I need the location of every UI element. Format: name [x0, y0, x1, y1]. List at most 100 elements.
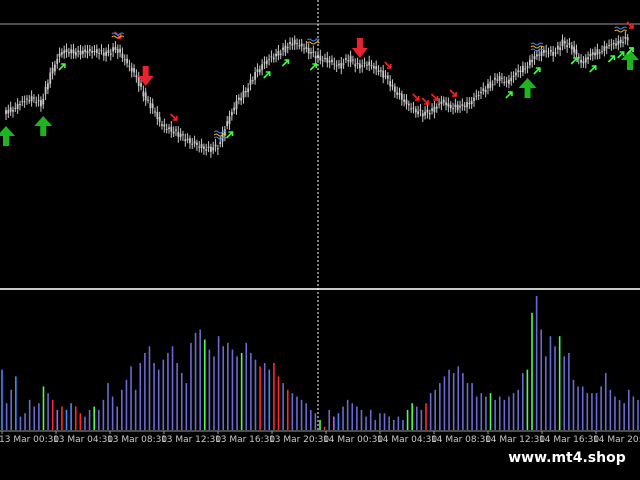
- candle-body: [545, 50, 548, 52]
- histogram-bar: [535, 296, 538, 430]
- candle-body: [554, 52, 557, 54]
- candle-body: [12, 109, 14, 112]
- histogram-bar: [240, 352, 243, 430]
- candle-body: [508, 79, 510, 84]
- candle-body: [277, 50, 280, 56]
- histogram-bar: [79, 413, 82, 430]
- candle-body: [382, 70, 385, 78]
- histogram-bar: [452, 373, 455, 430]
- candle-body: [454, 104, 457, 108]
- candle-body: [163, 124, 166, 127]
- candle-body: [365, 64, 368, 66]
- candle-body: [547, 52, 550, 54]
- histogram-bar: [296, 396, 298, 430]
- candle-body: [142, 91, 145, 97]
- histogram-bar: [273, 363, 275, 430]
- candle-body: [505, 81, 508, 83]
- candle-body: [135, 75, 138, 78]
- candle-body: [526, 66, 529, 68]
- histogram-bar: [480, 393, 483, 430]
- candle-body: [307, 47, 310, 54]
- histogram-bar: [388, 416, 390, 430]
- histogram-bar: [462, 373, 464, 430]
- histogram-bar: [84, 416, 86, 430]
- candle-body: [303, 48, 305, 50]
- histogram-bar: [93, 406, 95, 430]
- histogram-bar: [309, 409, 312, 430]
- histogram-bar: [97, 409, 100, 430]
- histogram-bar: [586, 393, 589, 430]
- histogram-bar: [360, 409, 363, 430]
- histogram-bar: [171, 346, 174, 430]
- histogram-bar: [508, 396, 510, 430]
- candle-body: [575, 49, 578, 55]
- candle-body: [282, 47, 284, 50]
- histogram-bar: [15, 376, 17, 430]
- candle-body: [321, 60, 324, 62]
- candle-body: [428, 112, 431, 115]
- candle-body: [235, 100, 238, 109]
- histogram-bar: [222, 346, 225, 430]
- candle-body: [501, 77, 503, 79]
- histogram-bar: [319, 419, 321, 430]
- candle-body: [296, 43, 298, 45]
- candle-body: [258, 69, 261, 73]
- candle-body: [182, 134, 184, 136]
- candle-body: [521, 65, 524, 73]
- candle-body: [393, 86, 396, 92]
- candle-body: [419, 109, 422, 111]
- histogram-bar: [568, 352, 570, 430]
- candle-body: [121, 53, 124, 58]
- x-tick-label: 14 Mar 00:30: [323, 435, 383, 445]
- candle-body: [417, 111, 420, 115]
- histogram-bar: [466, 383, 469, 430]
- histogram-bar: [434, 389, 437, 430]
- histogram-bar: [282, 383, 284, 430]
- candle-body: [491, 84, 494, 86]
- histogram-bar: [540, 329, 543, 430]
- candle-body: [352, 59, 354, 61]
- candle-body: [74, 52, 77, 56]
- histogram-bar: [116, 406, 119, 430]
- histogram-bar: [420, 409, 423, 430]
- candle-body: [361, 65, 364, 67]
- x-tick-label: 14 Mar 20:30: [593, 435, 640, 445]
- histogram-bar: [203, 339, 206, 430]
- candle-body: [198, 146, 201, 148]
- histogram-bar: [56, 409, 59, 430]
- candle-body: [158, 117, 161, 122]
- candle-body: [203, 146, 205, 149]
- histogram-bar: [637, 399, 639, 430]
- histogram-bar: [28, 399, 31, 430]
- histogram-bar: [47, 393, 49, 430]
- candle-body: [16, 103, 19, 109]
- candle-body: [438, 103, 440, 105]
- candle-body: [596, 49, 599, 55]
- histogram-bar: [194, 332, 197, 430]
- histogram-bar: [521, 373, 524, 430]
- histogram-bar: [208, 349, 211, 430]
- candle-body: [498, 76, 501, 81]
- candle-body: [503, 82, 506, 84]
- candle-body: [205, 149, 208, 151]
- candle-body: [172, 131, 175, 134]
- histogram-bar: [107, 383, 109, 430]
- histogram-bar: [397, 416, 400, 430]
- x-tick-label: 13 Mar 04:30: [53, 435, 113, 445]
- histogram-bar: [365, 416, 367, 430]
- candle-body: [70, 49, 73, 54]
- candle-body: [619, 39, 622, 43]
- x-tick-label: 14 Mar 12:30: [485, 435, 545, 445]
- histogram-bar: [498, 396, 501, 430]
- histogram-bar: [526, 369, 529, 430]
- histogram-bar: [503, 399, 506, 430]
- candle-body: [400, 93, 403, 100]
- candle-body: [254, 72, 257, 80]
- candle-body: [459, 105, 461, 108]
- candle-body: [247, 88, 250, 93]
- candle-body: [512, 75, 515, 77]
- histogram-bar: [609, 389, 612, 430]
- candle-body: [137, 76, 140, 87]
- candle-body: [305, 47, 308, 49]
- candle-body: [81, 50, 84, 54]
